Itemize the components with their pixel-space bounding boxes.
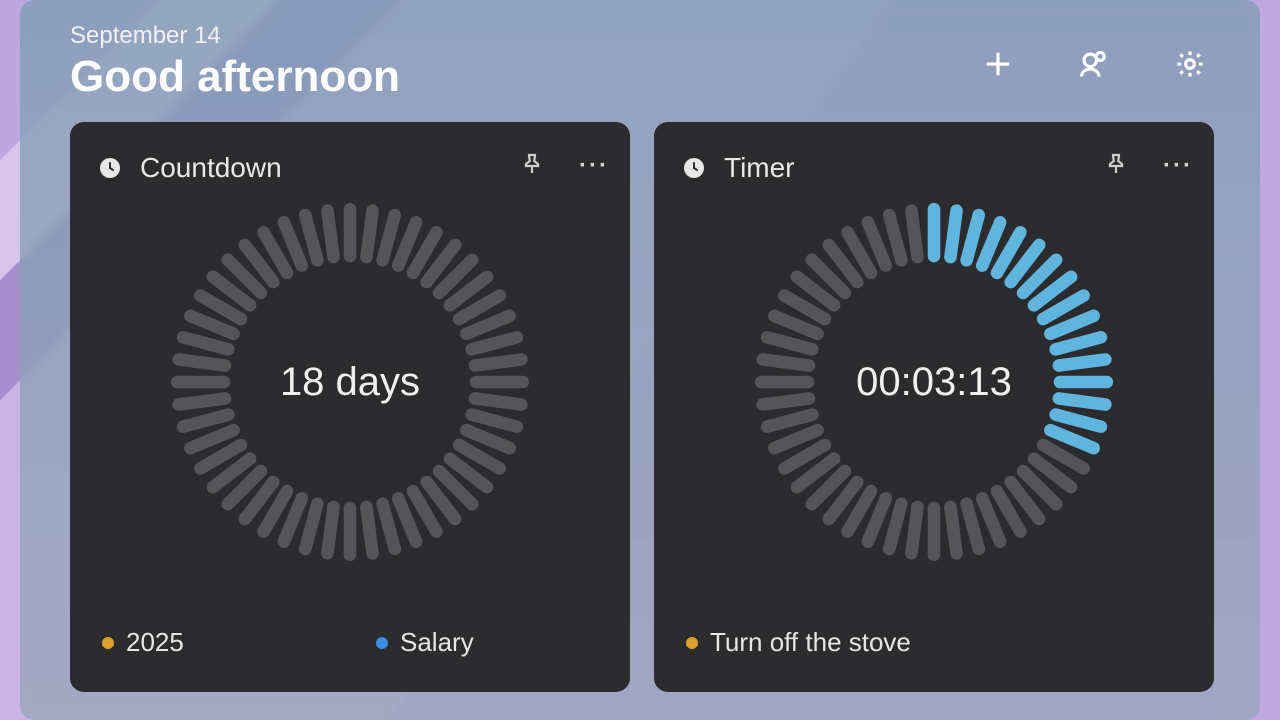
pin-icon xyxy=(1104,152,1128,181)
widgets-panel: September 14 Good afternoon xyxy=(20,0,1260,720)
countdown-widget[interactable]: Countdown ··· 18 days 2025Salar xyxy=(70,122,630,692)
card-title: Timer xyxy=(724,152,795,184)
card-header: Timer xyxy=(682,152,795,184)
tag-label: 2025 xyxy=(126,627,184,658)
tag-dot-icon xyxy=(686,637,698,649)
timer-value: 00:03:13 xyxy=(754,202,1114,562)
timer-dial: 00:03:13 xyxy=(754,202,1114,562)
more-button[interactable]: ··· xyxy=(578,150,610,182)
widget-cards: Countdown ··· 18 days 2025Salar xyxy=(70,122,1214,692)
more-icon: ··· xyxy=(1163,152,1193,180)
person-icon xyxy=(1079,49,1109,84)
card-actions: ··· xyxy=(1100,150,1194,182)
plus-icon xyxy=(983,49,1013,84)
more-button[interactable]: ··· xyxy=(1162,150,1194,182)
tag-dot-icon xyxy=(376,637,388,649)
pin-icon xyxy=(520,152,544,181)
timer-widget[interactable]: Timer ··· 00:03:13 Turn off the xyxy=(654,122,1214,692)
countdown-value: 18 days xyxy=(170,202,530,562)
pin-button[interactable] xyxy=(516,150,548,182)
more-icon: ··· xyxy=(579,152,609,180)
tag-item[interactable]: 2025 xyxy=(98,623,342,662)
date-label: September 14 xyxy=(70,22,400,50)
countdown-dial: 18 days xyxy=(170,202,530,562)
tag-label: Salary xyxy=(400,627,474,658)
card-actions: ··· xyxy=(516,150,610,182)
sign-in-button[interactable] xyxy=(1074,46,1114,86)
panel-top-actions xyxy=(978,46,1210,86)
gear-icon xyxy=(1175,49,1205,84)
clock-icon xyxy=(682,156,706,180)
greeting-label: Good afternoon xyxy=(70,52,400,102)
tag-dot-icon xyxy=(102,637,114,649)
countdown-tags: 2025 Salary xyxy=(98,623,616,662)
tag-label: Turn off the stove xyxy=(710,627,911,658)
timer-tags: Turn off the stove xyxy=(682,623,926,662)
tag-item[interactable]: Salary xyxy=(372,623,616,662)
clock-icon xyxy=(98,156,122,180)
add-widget-button[interactable] xyxy=(978,46,1018,86)
pin-button[interactable] xyxy=(1100,150,1132,182)
panel-header: September 14 Good afternoon xyxy=(70,22,400,102)
tag-item[interactable]: Turn off the stove xyxy=(682,623,926,662)
card-title: Countdown xyxy=(140,152,282,184)
settings-button[interactable] xyxy=(1170,46,1210,86)
card-header: Countdown xyxy=(98,152,282,184)
